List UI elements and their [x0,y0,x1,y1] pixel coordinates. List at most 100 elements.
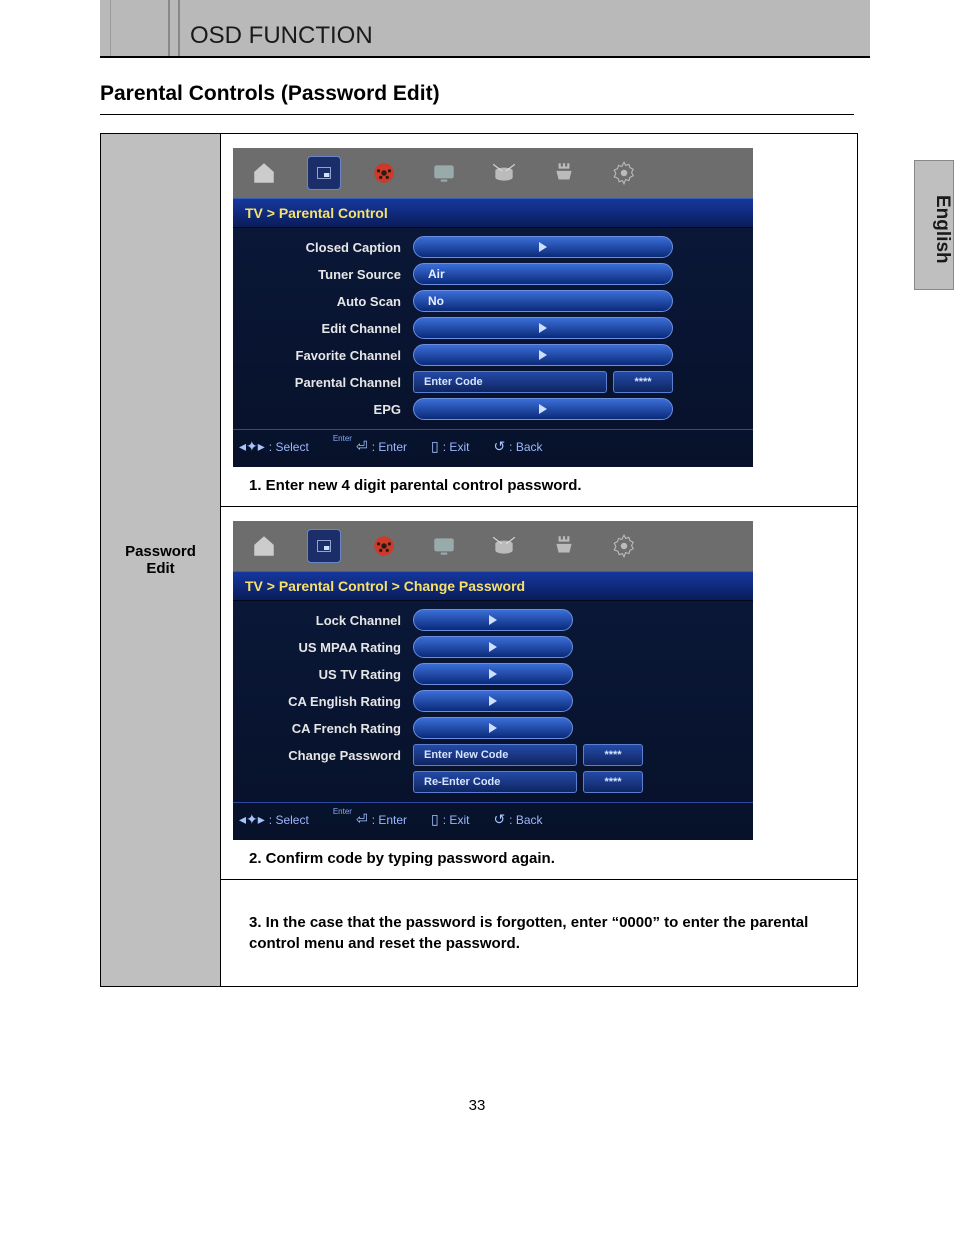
drum-icon [487,156,521,190]
osd-menu-row[interactable]: Edit Channel [243,317,743,339]
osd-value-pill[interactable] [413,609,573,631]
footer-select: ◂✦▸ : Select [239,438,309,455]
arrow-right-icon [539,242,547,252]
osd-menu-row[interactable]: Change PasswordEnter New Code**** [243,744,743,766]
osd-value-pill[interactable]: Air [413,263,673,285]
monitor-icon [427,156,461,190]
footer-enter: Enter⏎ : Enter [333,438,407,455]
step-cell-1: TV > Parental Control Closed CaptionTune… [221,134,858,507]
footer-select: ◂✦▸ : Select [239,811,309,828]
monitor-icon [427,529,461,563]
arrow-right-icon [489,696,497,706]
osd-value-pill[interactable] [413,344,673,366]
step-cell-2: TV > Parental Control > Change Password … [221,507,858,880]
osd-footer: ◂✦▸ : Select Enter⏎ : Enter ▯ : Exit ↺ :… [233,802,753,832]
osd-value-pill[interactable] [413,690,573,712]
drum-icon [487,529,521,563]
osd-menu-row[interactable]: EPG [243,398,743,420]
osd-menu-label: Auto Scan [243,294,413,309]
osd-value-pill[interactable] [413,317,673,339]
arrow-right-icon [539,350,547,360]
osd-code-label: Enter New Code [413,744,577,766]
osd-code-row: Enter Code**** [413,371,673,393]
osd-code-input[interactable]: **** [583,744,643,766]
osd-menu-label: US TV Rating [243,667,413,682]
osd-body: TV > Parental Control Closed CaptionTune… [233,198,753,467]
osd-code-row: Re-Enter Code **** [413,771,643,793]
osd-value-text: No [428,294,444,308]
osd-value-pill[interactable] [413,236,673,258]
osd-code-input[interactable]: **** [613,371,673,393]
header-title: OSD FUNCTION [180,22,373,56]
osd-footer: ◂✦▸ : Select Enter⏎ : Enter ▯ : Exit ↺ :… [233,429,753,459]
step-2-text: 2. Confirm code by typing password again… [249,850,845,867]
osd-menu-label: Parental Channel [243,375,413,390]
osd-code-input[interactable]: **** [583,771,643,793]
page-number: 33 [0,1097,954,1114]
osd-menu-row[interactable]: US MPAA Rating [243,636,743,658]
footer-enter: Enter⏎ : Enter [333,811,407,828]
osd-menu-rows: Lock Channel US MPAA Rating US TV Rating CA… [233,601,753,802]
step-cell-3: 3. In the case that the password is forg… [221,880,858,987]
osd-menu-label: US MPAA Rating [243,640,413,655]
movie-icon [367,156,401,190]
row-label: PasswordEdit [101,543,220,577]
osd-menu-label: CA English Rating [243,694,413,709]
arrow-right-icon [489,615,497,625]
osd-value-pill[interactable] [413,398,673,420]
osd-code-label: Re-Enter Code [413,771,577,793]
home-icon [247,156,281,190]
osd-menu-label: Edit Channel [243,321,413,336]
osd-menu-row[interactable]: Favorite Channel [243,344,743,366]
osd-value-pill[interactable] [413,663,573,685]
content-table: PasswordEdit TV > Parental Control Close… [100,133,858,987]
home-icon [247,529,281,563]
arrow-right-icon [489,723,497,733]
osd-value-text: Air [428,267,445,281]
gear-icon [607,529,641,563]
step-1-text: 1. Enter new 4 digit parental control pa… [249,477,845,494]
step-3-text: 3. In the case that the password is forg… [249,912,845,954]
arrow-right-icon [489,669,497,679]
osd-screenshot-2: TV > Parental Control > Change Password … [233,521,753,840]
osd-breadcrumb: TV > Parental Control > Change Password [233,571,753,601]
header-tab-divider [170,0,180,56]
osd-value-pill[interactable] [413,717,573,739]
osd-menu-row[interactable]: Auto Scan No [243,290,743,312]
osd-menu-row[interactable]: Lock Channel [243,609,743,631]
footer-exit: ▯ : Exit [431,438,469,455]
osd-iconbar [233,521,753,571]
osd-menu-label: Closed Caption [243,240,413,255]
row-label-cell: PasswordEdit [101,134,221,987]
osd-code-row: Enter New Code **** [413,744,643,766]
osd-menu-label: Favorite Channel [243,348,413,363]
osd-menu-row[interactable]: Parental ChannelEnter Code**** [243,371,743,393]
footer-back: ↺ : Back [493,438,542,455]
arrow-right-icon [539,323,547,333]
osd-menu-label: CA French Rating [243,721,413,736]
osd-menu-rows: Closed Caption Tuner Source Air Auto Scan No… [233,228,753,429]
pip-icon [307,156,341,190]
osd-menu-label: Tuner Source [243,267,413,282]
plug-icon [547,156,581,190]
footer-back: ↺ : Back [493,811,542,828]
osd-value-pill[interactable]: No [413,290,673,312]
header-tab-block [110,0,170,56]
osd-menu-row[interactable]: Tuner Source Air [243,263,743,285]
plug-icon [547,529,581,563]
footer-exit: ▯ : Exit [431,811,469,828]
osd-menu-label: Lock Channel [243,613,413,628]
osd-menu-row[interactable]: CA English Rating [243,690,743,712]
osd-body: TV > Parental Control > Change Password … [233,571,753,840]
arrow-right-icon [489,642,497,652]
osd-menu-row[interactable]: CA French Rating [243,717,743,739]
page-header: OSD FUNCTION [100,0,870,58]
osd-menu-row[interactable]: Re-Enter Code **** [243,771,743,793]
osd-menu-row[interactable]: Closed Caption [243,236,743,258]
movie-icon [367,529,401,563]
osd-value-pill[interactable] [413,636,573,658]
pip-icon [307,529,341,563]
osd-menu-row[interactable]: US TV Rating [243,663,743,685]
arrow-right-icon [539,404,547,414]
page-title: Parental Controls (Password Edit) [100,82,954,106]
